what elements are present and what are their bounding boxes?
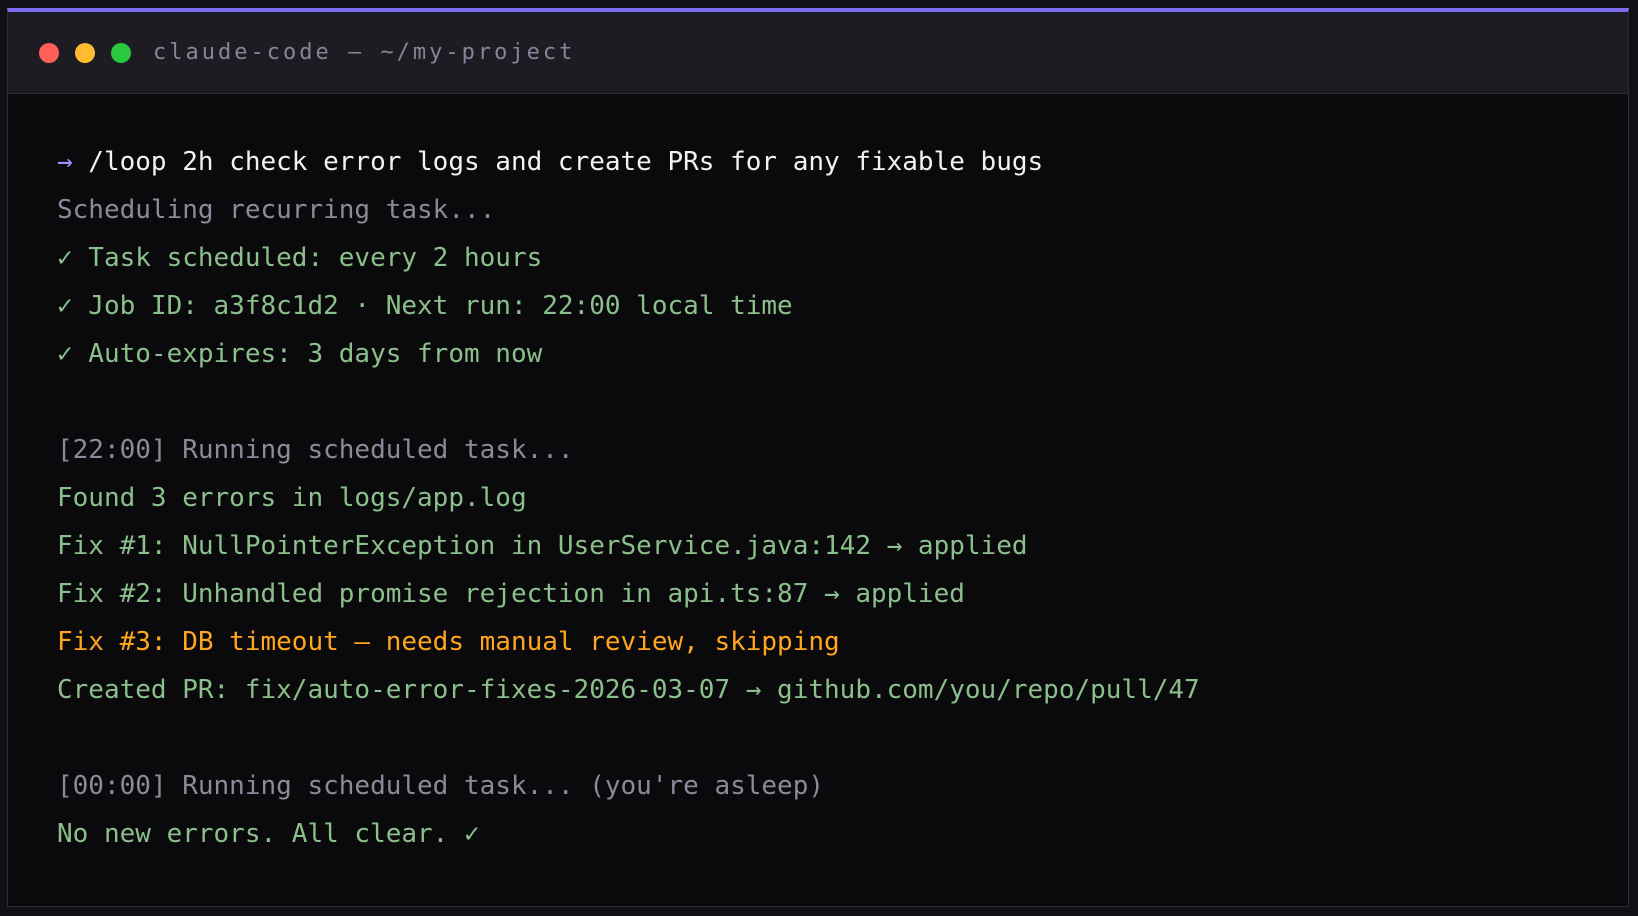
output-line-fix-1: Fix #1: NullPointerException in UserServ… <box>57 531 1028 561</box>
output-line-fix-2: Fix #2: Unhandled promise rejection in a… <box>57 579 965 609</box>
output-line-run-0000: [00:00] Running scheduled task... (you'r… <box>57 771 825 801</box>
prompt-arrow-icon: → <box>57 147 73 177</box>
output-line-created-pr: Created PR: fix/auto-error-fixes-2026-03… <box>57 675 1200 705</box>
output-line-auto-expires: ✓ Auto-expires: 3 days from now <box>57 339 543 369</box>
output-line-run-2200: [22:00] Running scheduled task... <box>57 435 574 465</box>
title-bar: claude-code — ~/my-project <box>8 12 1628 94</box>
window-title: claude-code — ~/my-project <box>153 40 576 65</box>
output-line-found-errors: Found 3 errors in logs/app.log <box>57 483 527 513</box>
output-line-scheduling: Scheduling recurring task... <box>57 195 496 225</box>
output-line-task-scheduled: ✓ Task scheduled: every 2 hours <box>57 243 543 273</box>
output-line-fix-3-warning: Fix #3: DB timeout — needs manual review… <box>57 627 840 657</box>
minimize-window-button[interactable] <box>75 42 95 63</box>
terminal-window: claude-code — ~/my-project → /loop 2h ch… <box>7 8 1629 907</box>
output-line-all-clear: No new errors. All clear. ✓ <box>57 819 480 849</box>
terminal-output[interactable]: → /loop 2h check error logs and create P… <box>8 94 1628 858</box>
command-text: /loop 2h check error logs and create PRs… <box>72 147 1044 177</box>
output-line-job-id: ✓ Job ID: a3f8c1d2 · Next run: 22:00 loc… <box>57 291 793 321</box>
close-window-button[interactable] <box>39 42 59 63</box>
maximize-window-button[interactable] <box>111 42 131 63</box>
command-line: → /loop 2h check error logs and create P… <box>57 138 1628 186</box>
